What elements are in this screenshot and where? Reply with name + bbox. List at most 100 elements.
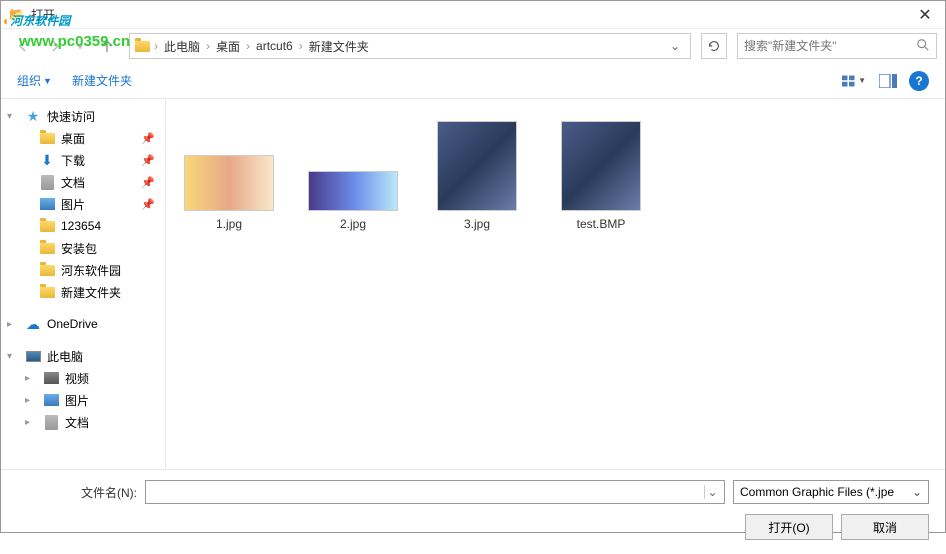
help-button[interactable]: ? <box>909 71 929 91</box>
refresh-button[interactable] <box>701 33 727 59</box>
folder-icon <box>39 218 55 234</box>
organize-menu[interactable]: 组织 ▼ <box>17 72 52 89</box>
file-item[interactable]: 1.jpg <box>176 117 282 235</box>
filename-label: 文件名(N): <box>17 484 137 501</box>
breadcrumb-seg[interactable]: 桌面 <box>214 38 242 55</box>
sidebar-item-label: 图片 <box>61 196 85 213</box>
titlebar: 📂 打开 ✕ <box>1 1 945 29</box>
sidebar-pictures[interactable]: 图片 📌 <box>1 193 165 215</box>
close-button[interactable]: ✕ <box>905 1 945 29</box>
view-mode-button[interactable]: ▼ <box>841 70 867 92</box>
expand-icon[interactable]: ▸ <box>25 417 37 428</box>
file-name: 2.jpg <box>340 217 366 231</box>
folder-icon <box>39 262 55 278</box>
refresh-icon <box>707 39 721 53</box>
filename-input[interactable] <box>150 485 704 499</box>
sidebar-item-label: 下载 <box>61 152 85 169</box>
new-folder-label: 新建文件夹 <box>72 72 132 89</box>
bottom-panel: 文件名(N): ⌄ Common Graphic Files (*.jpe ⌄ … <box>1 469 945 554</box>
star-icon: ★ <box>25 108 41 124</box>
sidebar-quick-access[interactable]: ▾ ★ 快速访问 <box>1 105 165 127</box>
filename-combo[interactable]: ⌄ <box>145 480 725 504</box>
navigation-pane: ▾ ★ 快速访问 桌面 📌 ⬇ 下载 📌 文档 📌 图片 📌 123654 <box>1 99 166 469</box>
main-area: ▾ ★ 快速访问 桌面 📌 ⬇ 下载 📌 文档 📌 图片 📌 123654 <box>1 99 945 469</box>
document-icon <box>43 414 59 430</box>
folder-icon <box>134 38 150 54</box>
sidebar-item-label: 新建文件夹 <box>61 284 121 301</box>
video-icon <box>43 370 59 386</box>
sidebar-item-label: 此电脑 <box>47 348 83 365</box>
window-title: 打开 <box>31 6 905 23</box>
sidebar-documents[interactable]: 文档 📌 <box>1 171 165 193</box>
sidebar-hedong[interactable]: 河东软件园 <box>1 259 165 281</box>
search-input[interactable] <box>744 39 916 53</box>
sidebar-item-label: 桌面 <box>61 130 85 147</box>
file-item[interactable]: 2.jpg <box>300 117 406 235</box>
recent-dropdown[interactable]: ▾ <box>73 33 87 59</box>
open-button[interactable]: 打开(O) <box>745 514 833 540</box>
file-type-filter[interactable]: Common Graphic Files (*.jpe ⌄ <box>733 480 929 504</box>
arrow-left-icon <box>15 38 31 54</box>
document-icon <box>39 174 55 190</box>
file-name: 1.jpg <box>216 217 242 231</box>
expand-icon[interactable]: ▾ <box>7 111 19 122</box>
up-button[interactable] <box>95 34 119 58</box>
sidebar-item-label: 123654 <box>61 219 101 233</box>
search-icon[interactable] <box>916 38 930 55</box>
chevron-down-icon[interactable]: ⌄ <box>704 485 720 499</box>
sidebar-documents-pc[interactable]: ▸ 文档 <box>1 411 165 433</box>
file-item[interactable]: test.BMP <box>548 117 654 235</box>
expand-icon[interactable]: ▸ <box>7 319 19 330</box>
preview-icon <box>879 74 897 88</box>
breadcrumb-seg[interactable]: 新建文件夹 <box>307 38 371 55</box>
expand-icon[interactable]: ▾ <box>7 351 19 362</box>
sidebar-folder-123654[interactable]: 123654 <box>1 215 165 237</box>
preview-pane-button[interactable] <box>875 70 901 92</box>
sidebar-item-label: 安装包 <box>61 240 97 257</box>
thumbnails-icon <box>842 74 856 88</box>
address-bar-row: ▾ › 此电脑 › 桌面 › artcut6 › 新建文件夹 ⌄ <box>1 29 945 63</box>
sidebar-item-label: OneDrive <box>47 317 98 331</box>
chevron-right-icon: › <box>242 39 254 53</box>
expand-icon[interactable]: ▸ <box>25 373 37 384</box>
chevron-right-icon: › <box>295 39 307 53</box>
sidebar-item-label: 文档 <box>65 414 89 431</box>
app-icon: 📂 <box>9 7 25 23</box>
breadcrumb-dropdown[interactable]: ⌄ <box>664 39 686 53</box>
new-folder-button[interactable]: 新建文件夹 <box>72 72 132 89</box>
pin-icon: 📌 <box>141 132 155 145</box>
sidebar-onedrive[interactable]: ▸ ☁ OneDrive <box>1 313 165 335</box>
pictures-icon <box>43 392 59 408</box>
chevron-right-icon: › <box>202 39 214 53</box>
sidebar-install-pkg[interactable]: 安装包 <box>1 237 165 259</box>
sidebar-downloads[interactable]: ⬇ 下载 📌 <box>1 149 165 171</box>
file-name: 3.jpg <box>464 217 490 231</box>
file-item[interactable]: 3.jpg <box>424 117 530 235</box>
sidebar-pictures-pc[interactable]: ▸ 图片 <box>1 389 165 411</box>
file-name: test.BMP <box>577 217 626 231</box>
sidebar-item-label: 河东软件园 <box>61 262 121 279</box>
pin-icon: 📌 <box>141 198 155 211</box>
arrow-up-icon <box>99 38 115 54</box>
file-list[interactable]: 1.jpg 2.jpg 3.jpg test.BMP <box>166 99 945 469</box>
onedrive-icon: ☁ <box>25 316 41 332</box>
breadcrumb-seg[interactable]: 此电脑 <box>162 38 202 55</box>
chevron-down-icon: ▼ <box>43 76 52 86</box>
back-button[interactable] <box>9 33 37 59</box>
forward-button[interactable] <box>41 33 69 59</box>
sidebar-item-label: 视频 <box>65 370 89 387</box>
sidebar-this-pc[interactable]: ▾ 此电脑 <box>1 345 165 367</box>
search-box[interactable] <box>737 33 937 59</box>
chevron-down-icon: ▼ <box>858 76 866 85</box>
sidebar-item-label: 文档 <box>61 174 85 191</box>
cancel-button[interactable]: 取消 <box>841 514 929 540</box>
breadcrumb-seg[interactable]: artcut6 <box>254 39 295 53</box>
breadcrumb[interactable]: › 此电脑 › 桌面 › artcut6 › 新建文件夹 ⌄ <box>129 33 691 59</box>
sidebar-desktop[interactable]: 桌面 📌 <box>1 127 165 149</box>
pictures-icon <box>39 196 55 212</box>
sidebar-videos[interactable]: ▸ 视频 <box>1 367 165 389</box>
pin-icon: 📌 <box>141 176 155 189</box>
organize-label: 组织 <box>17 72 41 89</box>
sidebar-new-folder[interactable]: 新建文件夹 <box>1 281 165 303</box>
expand-icon[interactable]: ▸ <box>25 395 37 406</box>
